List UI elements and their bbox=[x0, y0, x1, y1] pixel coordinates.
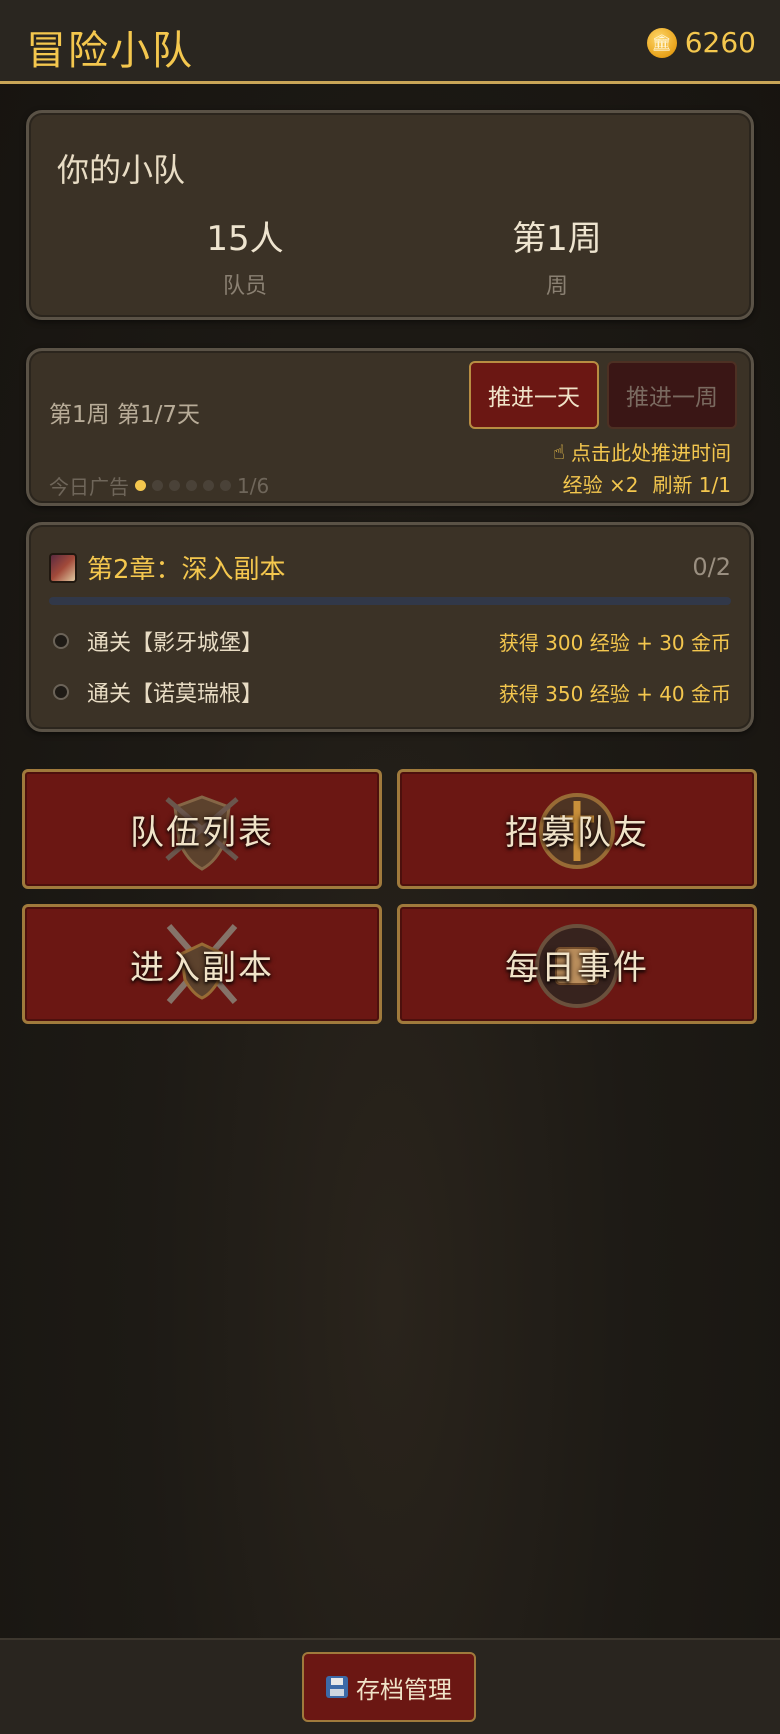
pointing-hand-icon: ☝ bbox=[552, 439, 565, 464]
quest-card: 第2章：深入副本 0/2 通关【影牙城堡】 获得 300 经验 + 30 金币 … bbox=[26, 522, 754, 732]
app-title: 冒险小队 bbox=[26, 28, 194, 74]
squad-title: 你的小队 bbox=[57, 151, 186, 189]
ad-progress-dot bbox=[169, 480, 180, 491]
daily-ads-progress: 1/6 bbox=[237, 473, 270, 498]
members-label: 队员 bbox=[222, 274, 267, 299]
save-manage-label: 存档管理 bbox=[356, 1675, 452, 1704]
ad-progress-dot bbox=[152, 480, 163, 491]
ad-progress-dot bbox=[203, 480, 214, 491]
daily-events-button[interactable]: 每日事件 bbox=[397, 904, 757, 1024]
incomplete-circle-icon bbox=[53, 684, 69, 700]
top-bar: 冒险小队 🏛 6260 bbox=[0, 0, 780, 84]
ad-progress-dot bbox=[220, 480, 231, 491]
book-icon bbox=[49, 552, 77, 583]
save-manage-button[interactable]: 存档管理 bbox=[302, 1652, 476, 1722]
quest-item-reward: 获得 300 经验 + 30 金币 bbox=[498, 630, 731, 655]
floppy-disk-icon bbox=[326, 1676, 348, 1698]
quest-item-reward: 获得 350 经验 + 40 金币 bbox=[498, 681, 731, 706]
week-label: 周 bbox=[545, 274, 568, 299]
exp-bonus: 经验 ×2 bbox=[562, 473, 639, 497]
advance-day-button[interactable]: 推进一天 bbox=[469, 361, 599, 429]
recruit-button[interactable]: 招募队友 bbox=[397, 769, 757, 889]
quest-title: 第2章：深入副本 bbox=[87, 555, 286, 585]
coin-balance: 🏛 6260 bbox=[646, 26, 756, 59]
quest-item-name: 通关【诺莫瑞根】 bbox=[87, 682, 264, 707]
week-value: 第1周 bbox=[512, 219, 602, 259]
enter-dungeon-label: 进入副本 bbox=[130, 947, 274, 988]
coin-icon: 🏛 bbox=[646, 27, 677, 58]
daily-ads-label: 今日广告 bbox=[49, 475, 129, 499]
bonus-info: 经验 ×2 刷新 1/1 bbox=[563, 469, 731, 498]
quest-item: 通关【诺莫瑞根】 获得 350 经验 + 40 金币 bbox=[49, 672, 731, 712]
advance-week-button[interactable]: 推进一周 bbox=[607, 361, 737, 429]
quest-header: 第2章：深入副本 bbox=[49, 549, 286, 586]
ads-dots bbox=[135, 480, 231, 491]
refresh-count: 刷新 1/1 bbox=[652, 473, 731, 497]
recruit-label: 招募队友 bbox=[505, 812, 649, 853]
incomplete-circle-icon bbox=[53, 633, 69, 649]
week-stat: 第1周 周 bbox=[457, 211, 657, 300]
bottom-bar: 存档管理 bbox=[0, 1638, 780, 1734]
quest-item-name: 通关【影牙城堡】 bbox=[87, 631, 264, 656]
coin-amount: 6260 bbox=[684, 26, 756, 59]
members-value: 15人 bbox=[206, 219, 284, 259]
quest-item: 通关【影牙城堡】 获得 300 经验 + 30 金币 bbox=[49, 621, 731, 661]
team-list-button[interactable]: 队伍列表 bbox=[22, 769, 382, 889]
quest-progress: 0/2 bbox=[692, 553, 731, 581]
members-stat: 15人 队员 bbox=[145, 211, 345, 300]
daily-ads: 今日广告 1/6 bbox=[49, 471, 269, 500]
time-card: 第1周 第1/7天 推进一天 推进一周 ☝ 点击此处推进时间 今日广告 1/6 … bbox=[26, 348, 754, 506]
daily-events-label: 每日事件 bbox=[505, 947, 649, 988]
advance-hint-text: 点击此处推进时间 bbox=[571, 441, 731, 465]
ad-progress-dot bbox=[186, 480, 197, 491]
ad-progress-dot bbox=[135, 480, 146, 491]
squad-card: 你的小队 15人 队员 第1周 周 bbox=[26, 110, 754, 320]
advance-hint[interactable]: ☝ 点击此处推进时间 bbox=[553, 437, 731, 466]
day-status: 第1周 第1/7天 bbox=[49, 402, 200, 428]
quest-progress-bar bbox=[49, 597, 731, 605]
enter-dungeon-button[interactable]: 进入副本 bbox=[22, 904, 382, 1024]
team-list-label: 队伍列表 bbox=[130, 812, 274, 853]
